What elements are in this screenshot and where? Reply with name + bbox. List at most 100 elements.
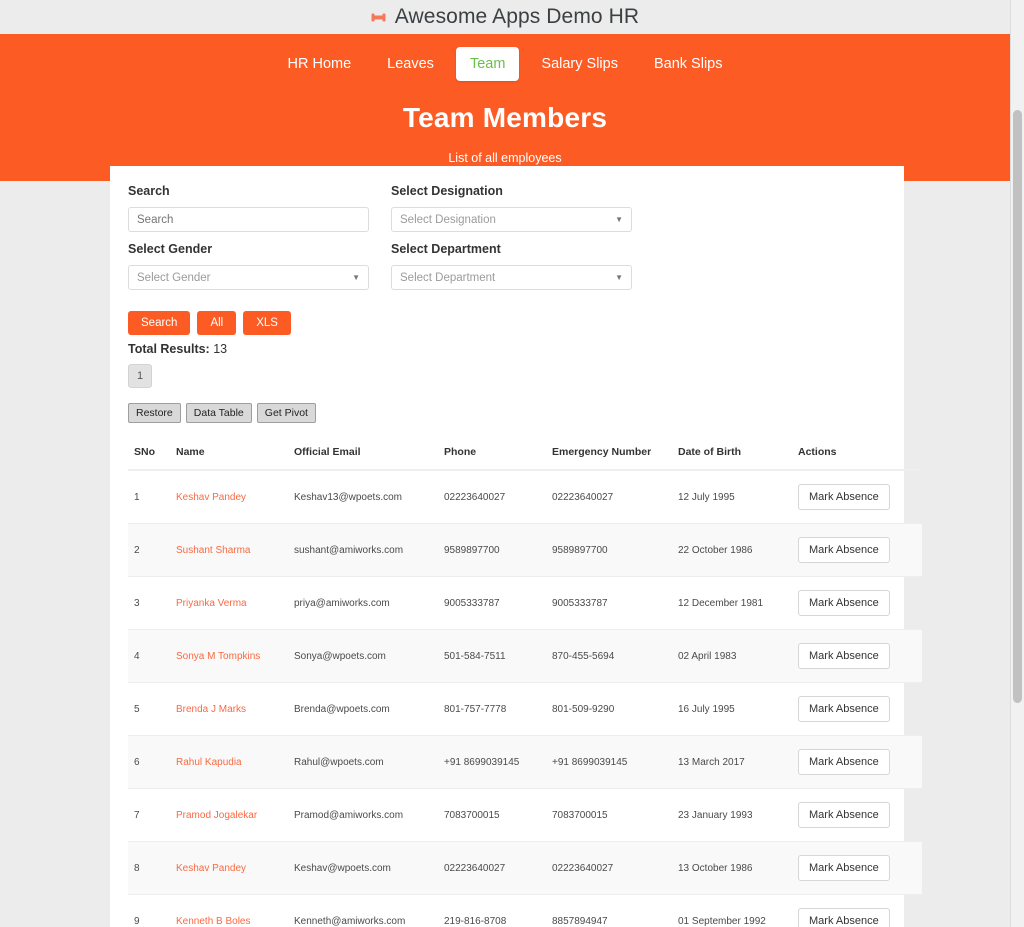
col-header-sno: SNo <box>128 437 170 471</box>
col-header-emergency: Emergency Number <box>546 437 672 471</box>
department-select[interactable]: Select Department ▼ <box>391 265 632 290</box>
cell-phone: 219-816-8708 <box>438 894 546 927</box>
cell-name-text[interactable]: Keshav Pandey <box>176 863 246 874</box>
cell-email: Keshav13@wpoets.com <box>288 470 438 524</box>
gender-select[interactable]: Select Gender ▼ <box>128 265 369 290</box>
cell-email: Rahul@wpoets.com <box>288 735 438 789</box>
cell-name-text[interactable]: Sonya M Tompkins <box>176 651 260 662</box>
cell-dob-text: 13 October 1986 <box>678 862 753 874</box>
cell-email: priya@amiworks.com <box>288 576 438 630</box>
nav-item-hr-home[interactable]: HR Home <box>274 47 366 81</box>
xls-export-button[interactable]: XLS <box>243 311 291 335</box>
cell-sno: 2 <box>128 523 170 577</box>
search-input[interactable] <box>128 207 369 232</box>
cell-phone: 02223640027 <box>438 841 546 895</box>
restore-button[interactable]: Restore <box>128 403 181 423</box>
mark-absence-button[interactable]: Mark Absence <box>798 855 890 881</box>
nav-item-bank-slips[interactable]: Bank Slips <box>640 47 737 81</box>
cell-name: Keshav Pandey <box>170 841 288 895</box>
cell-sno: 1 <box>128 470 170 524</box>
cell-emergency-text: 02223640027 <box>552 491 614 503</box>
cell-sno-text: 3 <box>134 597 140 609</box>
mark-absence-button[interactable]: Mark Absence <box>798 749 890 775</box>
cell-sno: 8 <box>128 841 170 895</box>
designation-select[interactable]: Select Designation ▼ <box>391 207 632 232</box>
cell-sno-text: 6 <box>134 756 140 768</box>
mark-absence-button[interactable]: Mark Absence <box>798 908 890 927</box>
all-button[interactable]: All <box>197 311 237 335</box>
cell-actions: Mark Absence <box>792 629 922 683</box>
cell-email-text: Brenda@wpoets.com <box>294 703 390 715</box>
nav-item-team[interactable]: Team <box>455 47 520 81</box>
cell-dob: 23 January 1993 <box>672 788 792 842</box>
cell-sno-text: 1 <box>134 491 140 503</box>
nav-item-salary-slips[interactable]: Salary Slips <box>527 47 632 81</box>
cell-name-text[interactable]: Pramod Jogalekar <box>176 810 257 821</box>
hero-banner: HR Home Leaves Team Salary Slips Bank Sl… <box>0 34 1010 181</box>
cell-name-text[interactable]: Brenda J Marks <box>176 704 246 715</box>
cell-emergency-text: 9005333787 <box>552 597 608 609</box>
cell-sno: 4 <box>128 629 170 683</box>
cell-emergency: 02223640027 <box>546 841 672 895</box>
table-row: 4 Sonya M Tompkins Sonya@wpoets.com 501-584… <box>128 629 922 683</box>
designation-field-group: Select Designation Select Designation ▼ <box>391 184 632 232</box>
cell-sno: 6 <box>128 735 170 789</box>
mark-absence-button[interactable]: Mark Absence <box>798 590 890 616</box>
mark-absence-button[interactable]: Mark Absence <box>798 484 890 510</box>
cell-name-text[interactable]: Sushant Sharma <box>176 545 251 556</box>
col-header-phone: Phone <box>438 437 546 471</box>
cell-phone-text: 219-816-8708 <box>444 915 507 927</box>
table-body: 1 Keshav Pandey Keshav13@wpoets.com 0222364… <box>128 470 922 927</box>
gender-selected-value: Select Gender <box>137 271 211 284</box>
cell-sno-text: 8 <box>134 862 140 874</box>
table-row: 7 Pramod Jogalekar Pramod@amiworks.com 7083… <box>128 788 922 842</box>
cell-name-text[interactable]: Rahul Kapudia <box>176 757 242 768</box>
page-title: Awesome Apps Demo HR <box>394 5 640 28</box>
vertical-scrollbar-thumb[interactable] <box>1013 110 1022 703</box>
cell-emergency-text: 801-509-9290 <box>552 703 615 715</box>
cell-email: Kenneth@amiworks.com <box>288 894 438 927</box>
total-results-label: Total Results: <box>128 342 210 356</box>
table-head: SNo Name Official Email Phone Emergency … <box>128 437 922 471</box>
cell-email-text: Pramod@amiworks.com <box>294 809 404 821</box>
cell-emergency: +91 8699039145 <box>546 735 672 789</box>
cell-emergency-text: +91 8699039145 <box>552 756 628 768</box>
cell-name: Brenda J Marks <box>170 682 288 736</box>
gender-field-group: Select Gender Select Gender ▼ <box>128 242 369 290</box>
table-row: 9 Kenneth B Boles Kenneth@amiworks.com 219-… <box>128 894 922 927</box>
pagination: 1 <box>128 364 886 388</box>
cell-actions: Mark Absence <box>792 841 922 895</box>
cell-phone: 501-584-7511 <box>438 629 546 683</box>
cell-name: Sushant Sharma <box>170 523 288 577</box>
cell-name-text[interactable]: Kenneth B Boles <box>176 916 251 927</box>
cell-name-text[interactable]: Keshav Pandey <box>176 492 246 503</box>
cell-name-text[interactable]: Priyanka Verma <box>176 598 247 609</box>
orange-bone-icon <box>371 12 386 23</box>
cell-phone-text: 02223640027 <box>444 862 506 874</box>
hero-title: Team Members <box>402 102 608 133</box>
nav-item-leaves[interactable]: Leaves <box>373 47 448 81</box>
chevron-down-icon: ▼ <box>352 273 360 282</box>
mark-absence-button[interactable]: Mark Absence <box>798 696 890 722</box>
table-row: 8 Keshav Pandey Keshav@wpoets.com 022236400… <box>128 841 922 895</box>
department-field-group: Select Department Select Department ▼ <box>391 242 632 290</box>
cell-sno-text: 4 <box>134 650 140 662</box>
table-header-row: SNo Name Official Email Phone Emergency … <box>128 437 922 471</box>
search-button[interactable]: Search <box>128 311 191 335</box>
cell-phone: 7083700015 <box>438 788 546 842</box>
cell-sno-text: 9 <box>134 915 140 927</box>
cell-actions: Mark Absence <box>792 788 922 842</box>
pagination-page-1[interactable]: 1 <box>128 364 152 388</box>
mark-absence-button[interactable]: Mark Absence <box>798 643 890 669</box>
vertical-scrollbar-track[interactable] <box>1010 0 1024 927</box>
cell-phone-text: 9005333787 <box>444 597 500 609</box>
col-header-dob: Date of Birth <box>672 437 792 471</box>
mark-absence-button[interactable]: Mark Absence <box>798 537 890 563</box>
cell-emergency: 801-509-9290 <box>546 682 672 736</box>
designation-selected-value: Select Designation <box>400 213 496 226</box>
cell-sno: 3 <box>128 576 170 630</box>
cell-dob-text: 02 April 1983 <box>678 650 737 662</box>
data-table-button[interactable]: Data Table <box>185 403 252 423</box>
get-pivot-button[interactable]: Get Pivot <box>256 403 316 423</box>
mark-absence-button[interactable]: Mark Absence <box>798 802 890 828</box>
